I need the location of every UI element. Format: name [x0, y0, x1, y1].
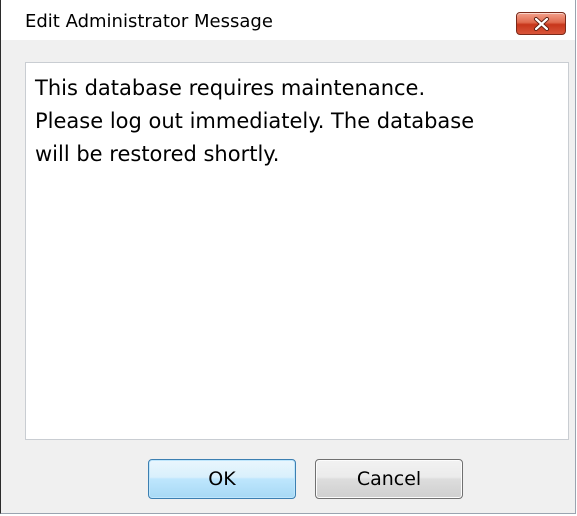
message-textarea[interactable]: This database requires maintenance. Plea…	[25, 62, 569, 440]
close-icon	[534, 17, 549, 31]
ok-button[interactable]: OK	[148, 459, 296, 499]
dialog-title: Edit Administrator Message	[25, 11, 273, 32]
edit-administrator-message-dialog: Edit Administrator Message This database…	[0, 0, 576, 514]
cancel-button[interactable]: Cancel	[315, 459, 463, 499]
title-bar[interactable]: Edit Administrator Message	[1, 0, 575, 40]
close-button[interactable]	[516, 12, 566, 35]
